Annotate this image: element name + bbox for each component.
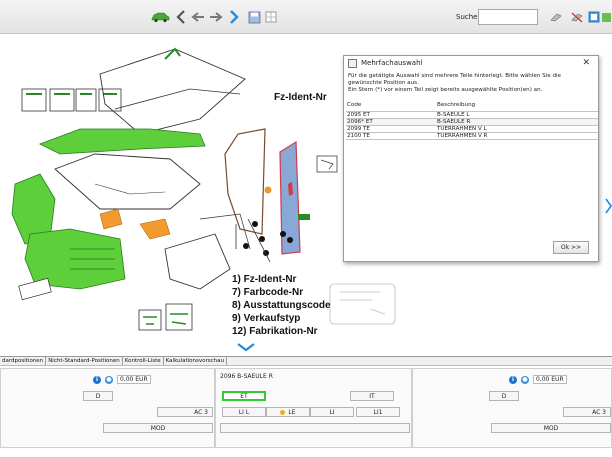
code-cell: 2100 TE [346, 131, 436, 140]
amount-field: 0,00 EUR [533, 375, 567, 384]
dialog-title: Mehrfachauswahl [361, 59, 423, 67]
code-cell: 2096* ET [346, 117, 436, 126]
d-button[interactable]: D [489, 391, 519, 401]
tab-standard-positions[interactable]: dardpositionen [0, 357, 47, 365]
parts-table: Code Beschreibung 2095 ET B-SAEULE L 209… [346, 100, 598, 140]
li-button[interactable]: LI [310, 407, 354, 417]
it-button[interactable]: IT [350, 391, 394, 401]
dialog-message: Für die getätigte Auswahl sind mehrere T… [348, 73, 596, 94]
info-icon[interactable]: i [93, 375, 101, 384]
column-header-code: Code [346, 100, 436, 111]
info-icon[interactable]: i [509, 375, 517, 384]
tab-non-standard-positions[interactable]: Nicht-Standard-Positionen [46, 357, 123, 365]
dialog-message-line: Für die getätigte Auswahl sind mehrere T… [348, 73, 561, 79]
arrow-right-icon[interactable] [209, 9, 223, 25]
table-row[interactable]: 2100 TE TUERRAHMEN V R [346, 131, 598, 140]
code-cell: 2095 ET [346, 110, 436, 119]
floppy-icon[interactable] [247, 9, 261, 25]
empty-field[interactable] [220, 423, 410, 433]
legend-item: 9) Verkaufstyp [232, 313, 301, 324]
yellow-dot-icon [280, 409, 286, 415]
top-toolbar: Suche: [0, 0, 612, 34]
legend-item: 7) Farbcode-Nr [232, 287, 304, 298]
ok-button[interactable]: Ok >> [553, 241, 589, 254]
li-l-button[interactable]: LI L [222, 407, 266, 417]
search-label: Suche: [456, 13, 480, 21]
table-row[interactable]: 2099 TE TUERRAHMEN V L [346, 124, 598, 133]
description-cell: B-SAEULE L [436, 110, 598, 119]
app-icon [348, 58, 357, 68]
amount-row: i ● 0,00 EUR [93, 375, 151, 384]
d-button[interactable]: D [83, 391, 113, 401]
car-icon[interactable] [150, 9, 170, 25]
tab-calculation-preview[interactable]: Kalkulationsvorschau [164, 357, 227, 365]
arrow-left-icon[interactable] [191, 9, 205, 25]
description-cell: TUERRAHMEN V R [436, 131, 598, 140]
left-panel: i ● 0,00 EUR D AC 3 MOD [0, 368, 215, 448]
le-label: LE [288, 408, 296, 416]
search-input[interactable] [478, 9, 538, 25]
window-icon[interactable] [588, 9, 600, 25]
dialog-title-bar: Mehrfachauswahl [344, 56, 598, 70]
part-title: 2096 B-SAEULE R [220, 373, 273, 380]
right-panel: i ● 0,00 EUR D AC 3 MOD [412, 368, 612, 448]
fz-ident-label: Fz-Ident-Nr [274, 92, 327, 103]
middle-panel: 2096 B-SAEULE R ET IT LI L LE LI LI1 [215, 368, 412, 448]
amount-field: 0,00 EUR [117, 375, 151, 384]
description-cell: TUERRAHMEN V L [436, 124, 598, 133]
chevron-right-icon[interactable] [228, 9, 240, 25]
close-icon[interactable]: ✕ [582, 58, 590, 68]
legend-item: 12) Fabrikation-Nr [232, 326, 318, 337]
chevron-left-icon[interactable] [175, 9, 187, 25]
eraser-icon[interactable] [548, 9, 564, 25]
legend-item: 8) Ausstattungscode [232, 300, 331, 311]
tab-control-list[interactable]: Kontroll-Liste [123, 357, 164, 365]
legend-item: 1) Fz-Ident-Nr [232, 274, 297, 285]
no-eraser-icon[interactable] [569, 9, 585, 25]
ac3-button[interactable]: AC 3 [157, 407, 213, 417]
column-header-description: Beschreibung [436, 100, 598, 111]
glass-part-icons [21, 88, 122, 112]
amount-row: i ● 0,00 EUR [509, 375, 567, 384]
et-button[interactable]: ET [222, 391, 266, 401]
le-button[interactable]: LE [266, 407, 310, 417]
description-cell: B-SAEULE R [436, 117, 598, 126]
table-row[interactable]: 2096* ET B-SAEULE R [346, 117, 598, 126]
multi-select-dialog: Mehrfachauswahl ✕ Für die getätigte Ausw… [343, 55, 599, 262]
expand-icon[interactable] [601, 9, 612, 25]
mod-button[interactable]: MOD [103, 423, 213, 433]
grid-icon[interactable] [264, 9, 278, 25]
dialog-message-line: Ein Stern (*) vor einem Teil zeigt berei… [348, 87, 543, 93]
code-cell: 2099 TE [346, 124, 436, 133]
table-row[interactable]: 2095 ET B-SAEULE L [346, 110, 598, 119]
settings-icon[interactable]: ● [105, 375, 113, 384]
li1-button[interactable]: LI1 [356, 407, 400, 417]
ac3-button[interactable]: AC 3 [563, 407, 611, 417]
dialog-message-line: gewünschte Position aus. [348, 80, 419, 86]
mod-button[interactable]: MOD [491, 423, 611, 433]
settings-icon[interactable]: ● [521, 375, 529, 384]
tab-bar: dardpositionen Nicht-Standard-Positionen… [0, 356, 612, 366]
